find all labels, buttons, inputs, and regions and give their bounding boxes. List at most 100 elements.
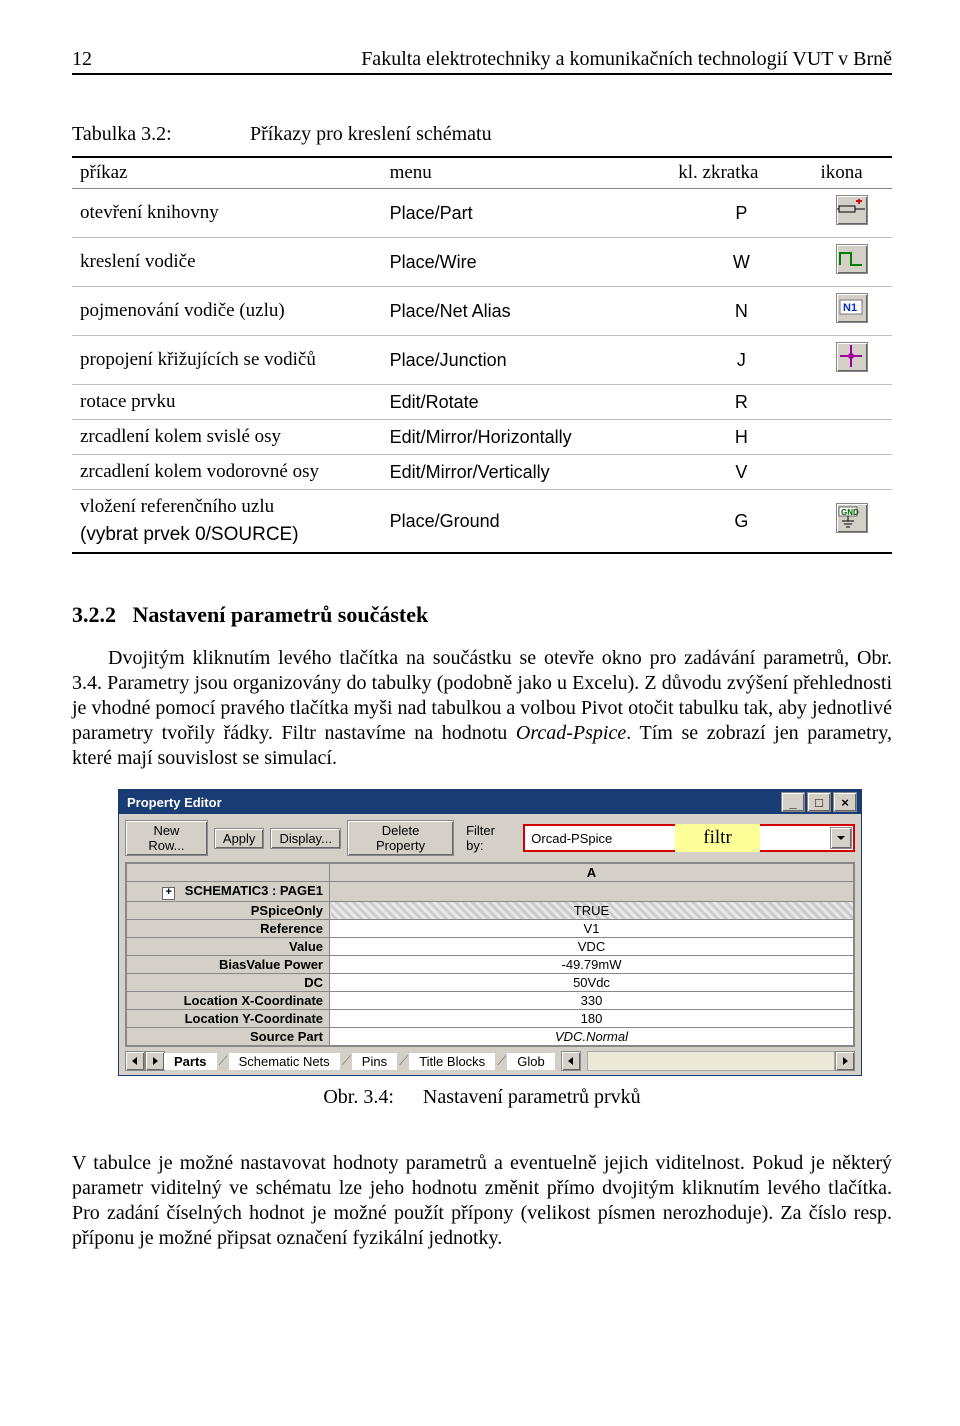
cell-prikaz: otevření knihovny bbox=[72, 189, 382, 238]
grid-row-value[interactable]: -49.79mW bbox=[330, 956, 854, 974]
window-titlebar[interactable]: Property Editor _ □ × bbox=[119, 790, 861, 814]
grid-row[interactable]: ValueVDC bbox=[127, 938, 854, 956]
cell-ikona: N1 bbox=[812, 287, 892, 336]
cell-ikona bbox=[812, 455, 892, 490]
figure-text: Nastavení parametrů prvků bbox=[423, 1086, 641, 1108]
figure-number: Obr. 3.4: bbox=[323, 1086, 394, 1108]
grid-row-value[interactable]: VDC.Normal bbox=[330, 1028, 854, 1046]
table-row: otevření knihovnyPlace/PartP bbox=[72, 189, 892, 238]
grid-row-value[interactable]: V1 bbox=[330, 920, 854, 938]
tab-title-blocks[interactable]: Title Blocks bbox=[409, 1053, 495, 1070]
grid-row[interactable]: Location X-Coordinate330 bbox=[127, 992, 854, 1010]
tabs-bar: Parts ⟋ Schematic Nets ⟋ Pins ⟋ Title Bl… bbox=[119, 1049, 861, 1075]
delete-property-button[interactable]: Delete Property bbox=[347, 820, 454, 856]
tab-schematic-nets[interactable]: Schematic Nets bbox=[229, 1053, 340, 1070]
cell-zkratka: H bbox=[670, 420, 812, 455]
paragraph-2: V tabulce je možné nastavovat hodnoty pa… bbox=[72, 1151, 892, 1251]
cell-menu: Place/Wire bbox=[382, 238, 671, 287]
grid-row[interactable]: Location Y-Coordinate180 bbox=[127, 1010, 854, 1028]
scroll-right-button[interactable] bbox=[145, 1051, 165, 1071]
property-editor-window: Property Editor _ □ × New Row... Apply D… bbox=[118, 789, 862, 1076]
figure-caption: Obr. 3.4: Nastavení parametrů prvků bbox=[72, 1086, 892, 1109]
row-header-cell[interactable] bbox=[127, 864, 330, 882]
cell-prikaz: pojmenování vodiče (uzlu) bbox=[72, 287, 382, 336]
cell-prikaz: vložení referenčního uzlu(vybrat prvek 0… bbox=[72, 490, 382, 554]
tab-pins[interactable]: Pins bbox=[352, 1053, 397, 1070]
part-icon bbox=[836, 195, 868, 225]
grid-row-value[interactable]: VDC bbox=[330, 938, 854, 956]
grid-row-label[interactable]: Location Y-Coordinate bbox=[127, 1010, 330, 1028]
cell-ikona bbox=[812, 189, 892, 238]
section-title: Nastavení parametrů součástek bbox=[133, 602, 429, 627]
hscroll-left-button[interactable] bbox=[561, 1051, 581, 1071]
tab-glob[interactable]: Glob bbox=[507, 1053, 554, 1070]
grid-row[interactable]: Source PartVDC.Normal bbox=[127, 1028, 854, 1046]
col-prikaz: příkaz bbox=[72, 157, 382, 189]
tab-parts[interactable]: Parts bbox=[164, 1053, 217, 1070]
cell-menu: Edit/Rotate bbox=[382, 385, 671, 420]
grid-row-label[interactable]: Reference bbox=[127, 920, 330, 938]
section-heading: 3.2.2 Nastavení parametrů součástek bbox=[72, 602, 892, 628]
table-caption-number: Tabulka 3.2: bbox=[72, 123, 250, 146]
cell-zkratka: W bbox=[670, 238, 812, 287]
ground-icon: GND bbox=[836, 503, 868, 533]
grid-row[interactable]: DC50Vdc bbox=[127, 974, 854, 992]
cell-ikona bbox=[812, 385, 892, 420]
cell-prikaz: rotace prvku bbox=[72, 385, 382, 420]
grid-row-value[interactable]: 50Vdc bbox=[330, 974, 854, 992]
grid-row-label[interactable]: Value bbox=[127, 938, 330, 956]
col-ikona: ikona bbox=[812, 157, 892, 189]
cell-menu: Place/Ground bbox=[382, 490, 671, 554]
cell-zkratka: P bbox=[670, 189, 812, 238]
table-row: zrcadlení kolem svislé osyEdit/Mirror/Ho… bbox=[72, 420, 892, 455]
expand-icon[interactable]: + bbox=[162, 887, 175, 900]
close-button[interactable]: × bbox=[833, 792, 857, 812]
grid-row-label[interactable]: PSpiceOnly bbox=[127, 902, 330, 920]
maximize-button[interactable]: □ bbox=[807, 792, 831, 812]
hscroll-right-button[interactable] bbox=[835, 1051, 855, 1071]
horizontal-scrollbar[interactable] bbox=[587, 1051, 835, 1071]
grid-row-label[interactable]: Source Part bbox=[127, 1028, 330, 1046]
grid-row-label[interactable]: DC bbox=[127, 974, 330, 992]
cell-zkratka: V bbox=[670, 455, 812, 490]
schematic-page-value bbox=[330, 882, 854, 902]
table-row: vložení referenčního uzlu(vybrat prvek 0… bbox=[72, 490, 892, 554]
schematic-page-row[interactable]: + SCHEMATIC3 : PAGE1 bbox=[127, 882, 330, 902]
filter-by-label: Filter by: bbox=[466, 823, 515, 853]
cell-menu: Place/Net Alias bbox=[382, 287, 671, 336]
property-grid[interactable]: A + SCHEMATIC3 : PAGE1 PSpiceOnlyTRUERef… bbox=[125, 862, 855, 1047]
new-row-button[interactable]: New Row... bbox=[125, 820, 208, 856]
cell-menu: Place/Junction bbox=[382, 336, 671, 385]
table-row: propojení křižujících se vodičůPlace/Jun… bbox=[72, 336, 892, 385]
header-rule bbox=[72, 73, 892, 75]
display-button[interactable]: Display... bbox=[270, 828, 341, 849]
grid-row-value[interactable]: TRUE bbox=[330, 902, 854, 920]
minimize-button[interactable]: _ bbox=[781, 792, 805, 812]
grid-row[interactable]: BiasValue Power-49.79mW bbox=[127, 956, 854, 974]
grid-row-value[interactable]: 330 bbox=[330, 992, 854, 1010]
table-row: pojmenování vodiče (uzlu)Place/Net Alias… bbox=[72, 287, 892, 336]
annotation-filtr: filtr bbox=[675, 824, 760, 852]
table-caption-text: Příkazy pro kreslení schématu bbox=[250, 123, 492, 146]
cell-menu: Edit/Mirror/Vertically bbox=[382, 455, 671, 490]
commands-table: příkaz menu kl. zkratka ikona otevření k… bbox=[72, 156, 892, 554]
cell-prikaz: zrcadlení kolem vodorovné osy bbox=[72, 455, 382, 490]
column-A-header[interactable]: A bbox=[330, 864, 854, 882]
cell-prikaz: kreslení vodiče bbox=[72, 238, 382, 287]
paragraph-1: Dvojitým kliknutím levého tlačítka na so… bbox=[72, 646, 892, 771]
cell-ikona bbox=[812, 336, 892, 385]
filter-by-combo[interactable]: Orcad-PSpice filtr bbox=[523, 824, 855, 852]
chevron-down-icon[interactable] bbox=[830, 827, 852, 849]
col-menu: menu bbox=[382, 157, 671, 189]
cell-menu: Edit/Mirror/Horizontally bbox=[382, 420, 671, 455]
scroll-left-button[interactable] bbox=[125, 1051, 145, 1071]
grid-row[interactable]: ReferenceV1 bbox=[127, 920, 854, 938]
apply-button[interactable]: Apply bbox=[214, 828, 265, 849]
svg-text:GND: GND bbox=[841, 508, 859, 517]
grid-row-label[interactable]: Location X-Coordinate bbox=[127, 992, 330, 1010]
grid-row-value[interactable]: 180 bbox=[330, 1010, 854, 1028]
col-zkratka: kl. zkratka bbox=[670, 157, 812, 189]
cell-menu: Place/Part bbox=[382, 189, 671, 238]
grid-row-label[interactable]: BiasValue Power bbox=[127, 956, 330, 974]
grid-row[interactable]: PSpiceOnlyTRUE bbox=[127, 902, 854, 920]
